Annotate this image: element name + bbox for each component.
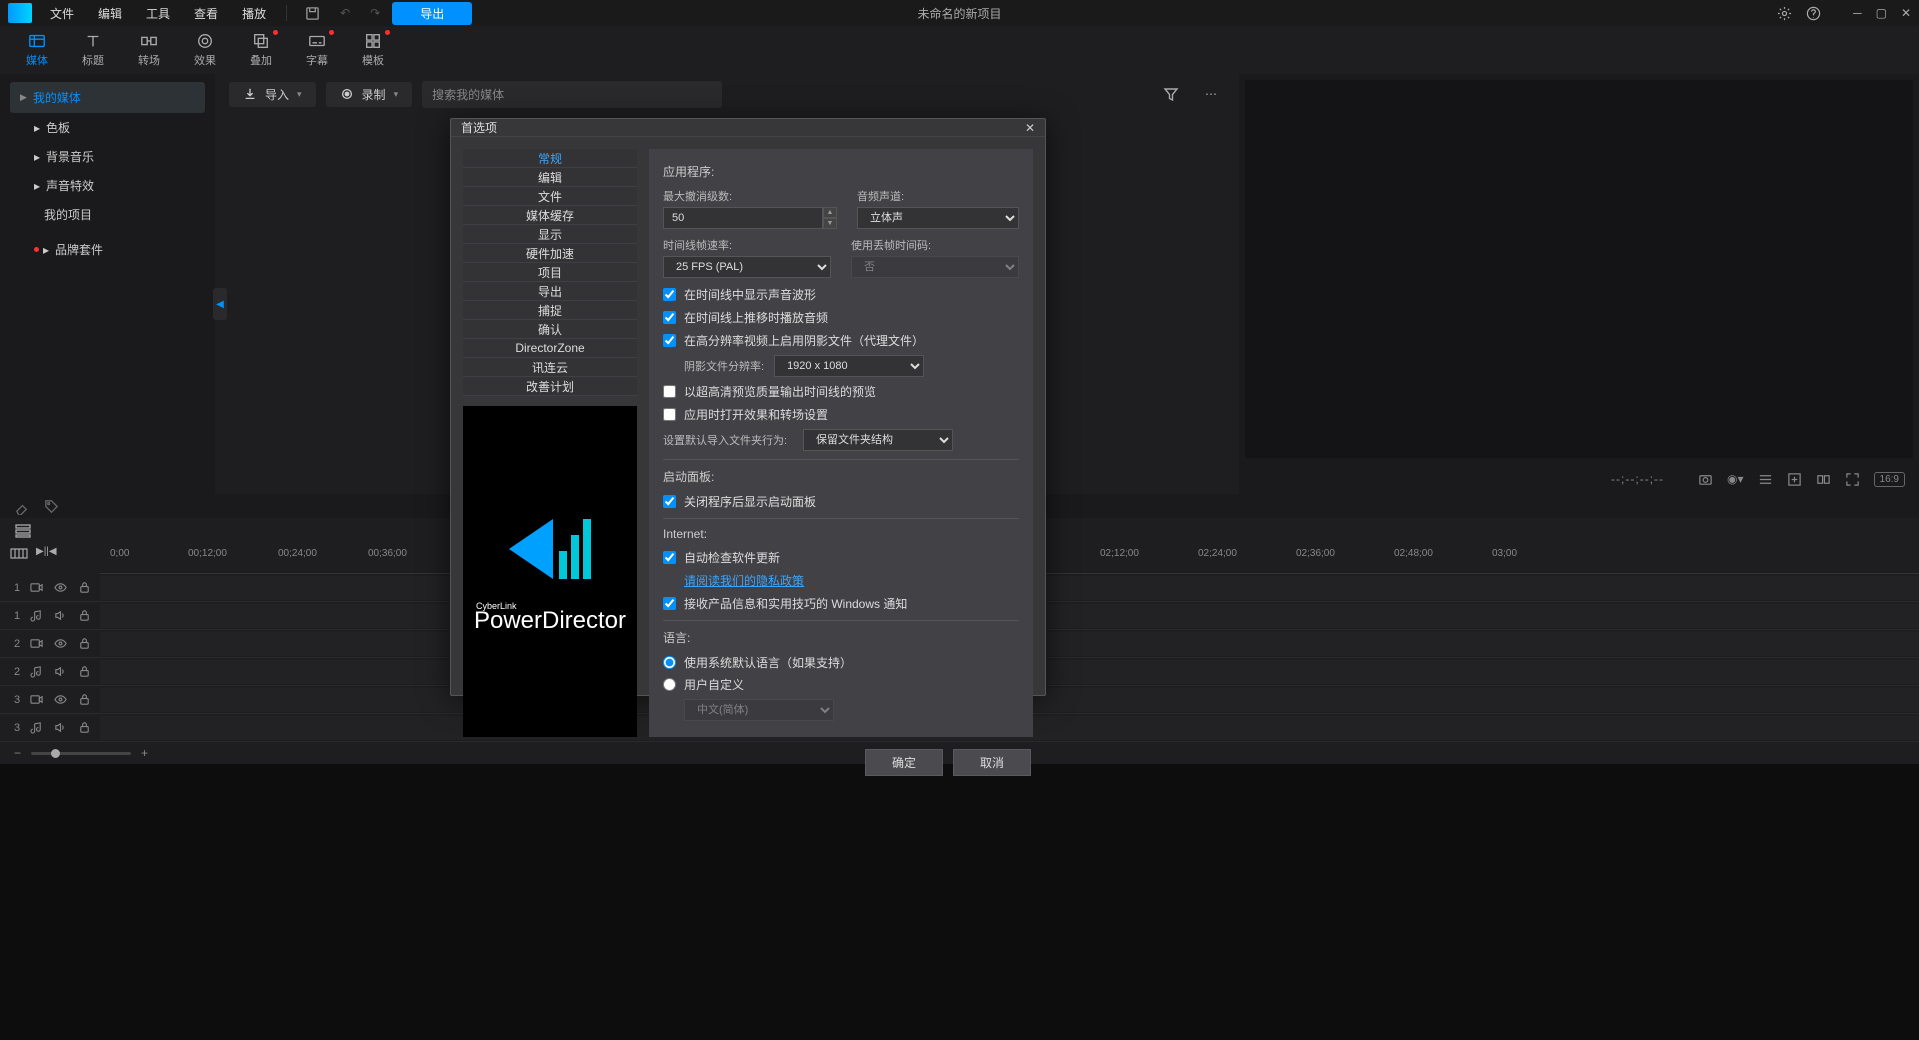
pref-category-11[interactable]: 讯连云: [463, 358, 637, 377]
checkbox-auto-update[interactable]: 自动检查软件更新: [663, 549, 1019, 566]
powerdirector-logo: CyberLinkPowerDirector: [463, 406, 637, 737]
checkbox-waveform[interactable]: 在时间线中显示声音波形: [663, 286, 1019, 303]
dropframe-select: 否: [851, 256, 1019, 278]
checkbox-show-launch-panel[interactable]: 关闭程序后显示启动面板: [663, 493, 1019, 510]
pref-category-6[interactable]: 项目: [463, 263, 637, 282]
fps-select[interactable]: 25 FPS (PAL): [663, 256, 831, 278]
undo-levels-input[interactable]: ▲▼: [663, 207, 837, 229]
import-behavior-select[interactable]: 保留文件夹结构: [803, 429, 953, 451]
pref-category-5[interactable]: 硬件加速: [463, 244, 637, 263]
radio-custom-language[interactable]: 用户自定义: [663, 676, 1019, 693]
checkbox-open-fx-settings[interactable]: 应用时打开效果和转场设置: [663, 406, 1019, 423]
pref-category-9[interactable]: 确认: [463, 320, 637, 339]
pref-category-0[interactable]: 常规: [463, 149, 637, 168]
dialog-close-button[interactable]: ✕: [1025, 121, 1035, 135]
pref-category-1[interactable]: 编辑: [463, 168, 637, 187]
checkbox-windows-notifications[interactable]: 接收产品信息和实用技巧的 Windows 通知: [663, 595, 1019, 612]
audio-channel-select[interactable]: 立体声: [857, 207, 1019, 229]
audio-channel-label: 音频声道:: [857, 188, 1019, 204]
pref-category-4[interactable]: 显示: [463, 225, 637, 244]
pref-category-2[interactable]: 文件: [463, 187, 637, 206]
language-select: 中文(简体): [684, 699, 834, 721]
checkbox-scrub-audio[interactable]: 在时间线上推移时播放音频: [663, 309, 1019, 326]
dropframe-label: 使用丢帧时间码:: [851, 237, 1019, 253]
checkbox-shadow-file[interactable]: 在高分辨率视频上启用阴影文件（代理文件）: [663, 332, 1019, 349]
spin-down[interactable]: ▼: [823, 218, 837, 229]
cancel-button[interactable]: 取消: [953, 749, 1031, 776]
import-behavior-label: 设置默认导入文件夹行为:: [663, 432, 793, 448]
ok-button[interactable]: 确定: [865, 749, 943, 776]
shadow-res-label: 阴影文件分辨率:: [684, 358, 764, 374]
radio-system-language[interactable]: 使用系统默认语言（如果支持）: [663, 654, 1019, 671]
privacy-policy-link[interactable]: 请阅读我们的隐私政策: [684, 572, 1019, 589]
undo-levels-label: 最大撤消级数:: [663, 188, 837, 204]
shadow-res-select[interactable]: 1920 x 1080: [774, 355, 924, 377]
fps-label: 时间线帧速率:: [663, 237, 831, 253]
preference-categories: 常规编辑文件媒体缓存显示硬件加速项目导出捕捉确认DirectorZone讯连云改…: [463, 149, 637, 396]
dialog-title: 首选项: [461, 119, 497, 136]
pref-category-10[interactable]: DirectorZone: [463, 339, 637, 358]
section-internet: Internet:: [663, 527, 1019, 541]
pref-category-3[interactable]: 媒体缓存: [463, 206, 637, 225]
pref-category-12[interactable]: 改善计划: [463, 377, 637, 396]
spin-up[interactable]: ▲: [823, 207, 837, 218]
section-language: 语言:: [663, 629, 1019, 646]
section-launch: 启动面板:: [663, 468, 1019, 485]
preferences-dialog: 首选项 ✕ 常规编辑文件媒体缓存显示硬件加速项目导出捕捉确认DirectorZo…: [450, 118, 1046, 696]
pref-category-7[interactable]: 导出: [463, 282, 637, 301]
section-application: 应用程序:: [663, 163, 1019, 180]
checkbox-uhd-preview[interactable]: 以超高清预览质量输出时间线的预览: [663, 383, 1019, 400]
pref-category-8[interactable]: 捕捉: [463, 301, 637, 320]
